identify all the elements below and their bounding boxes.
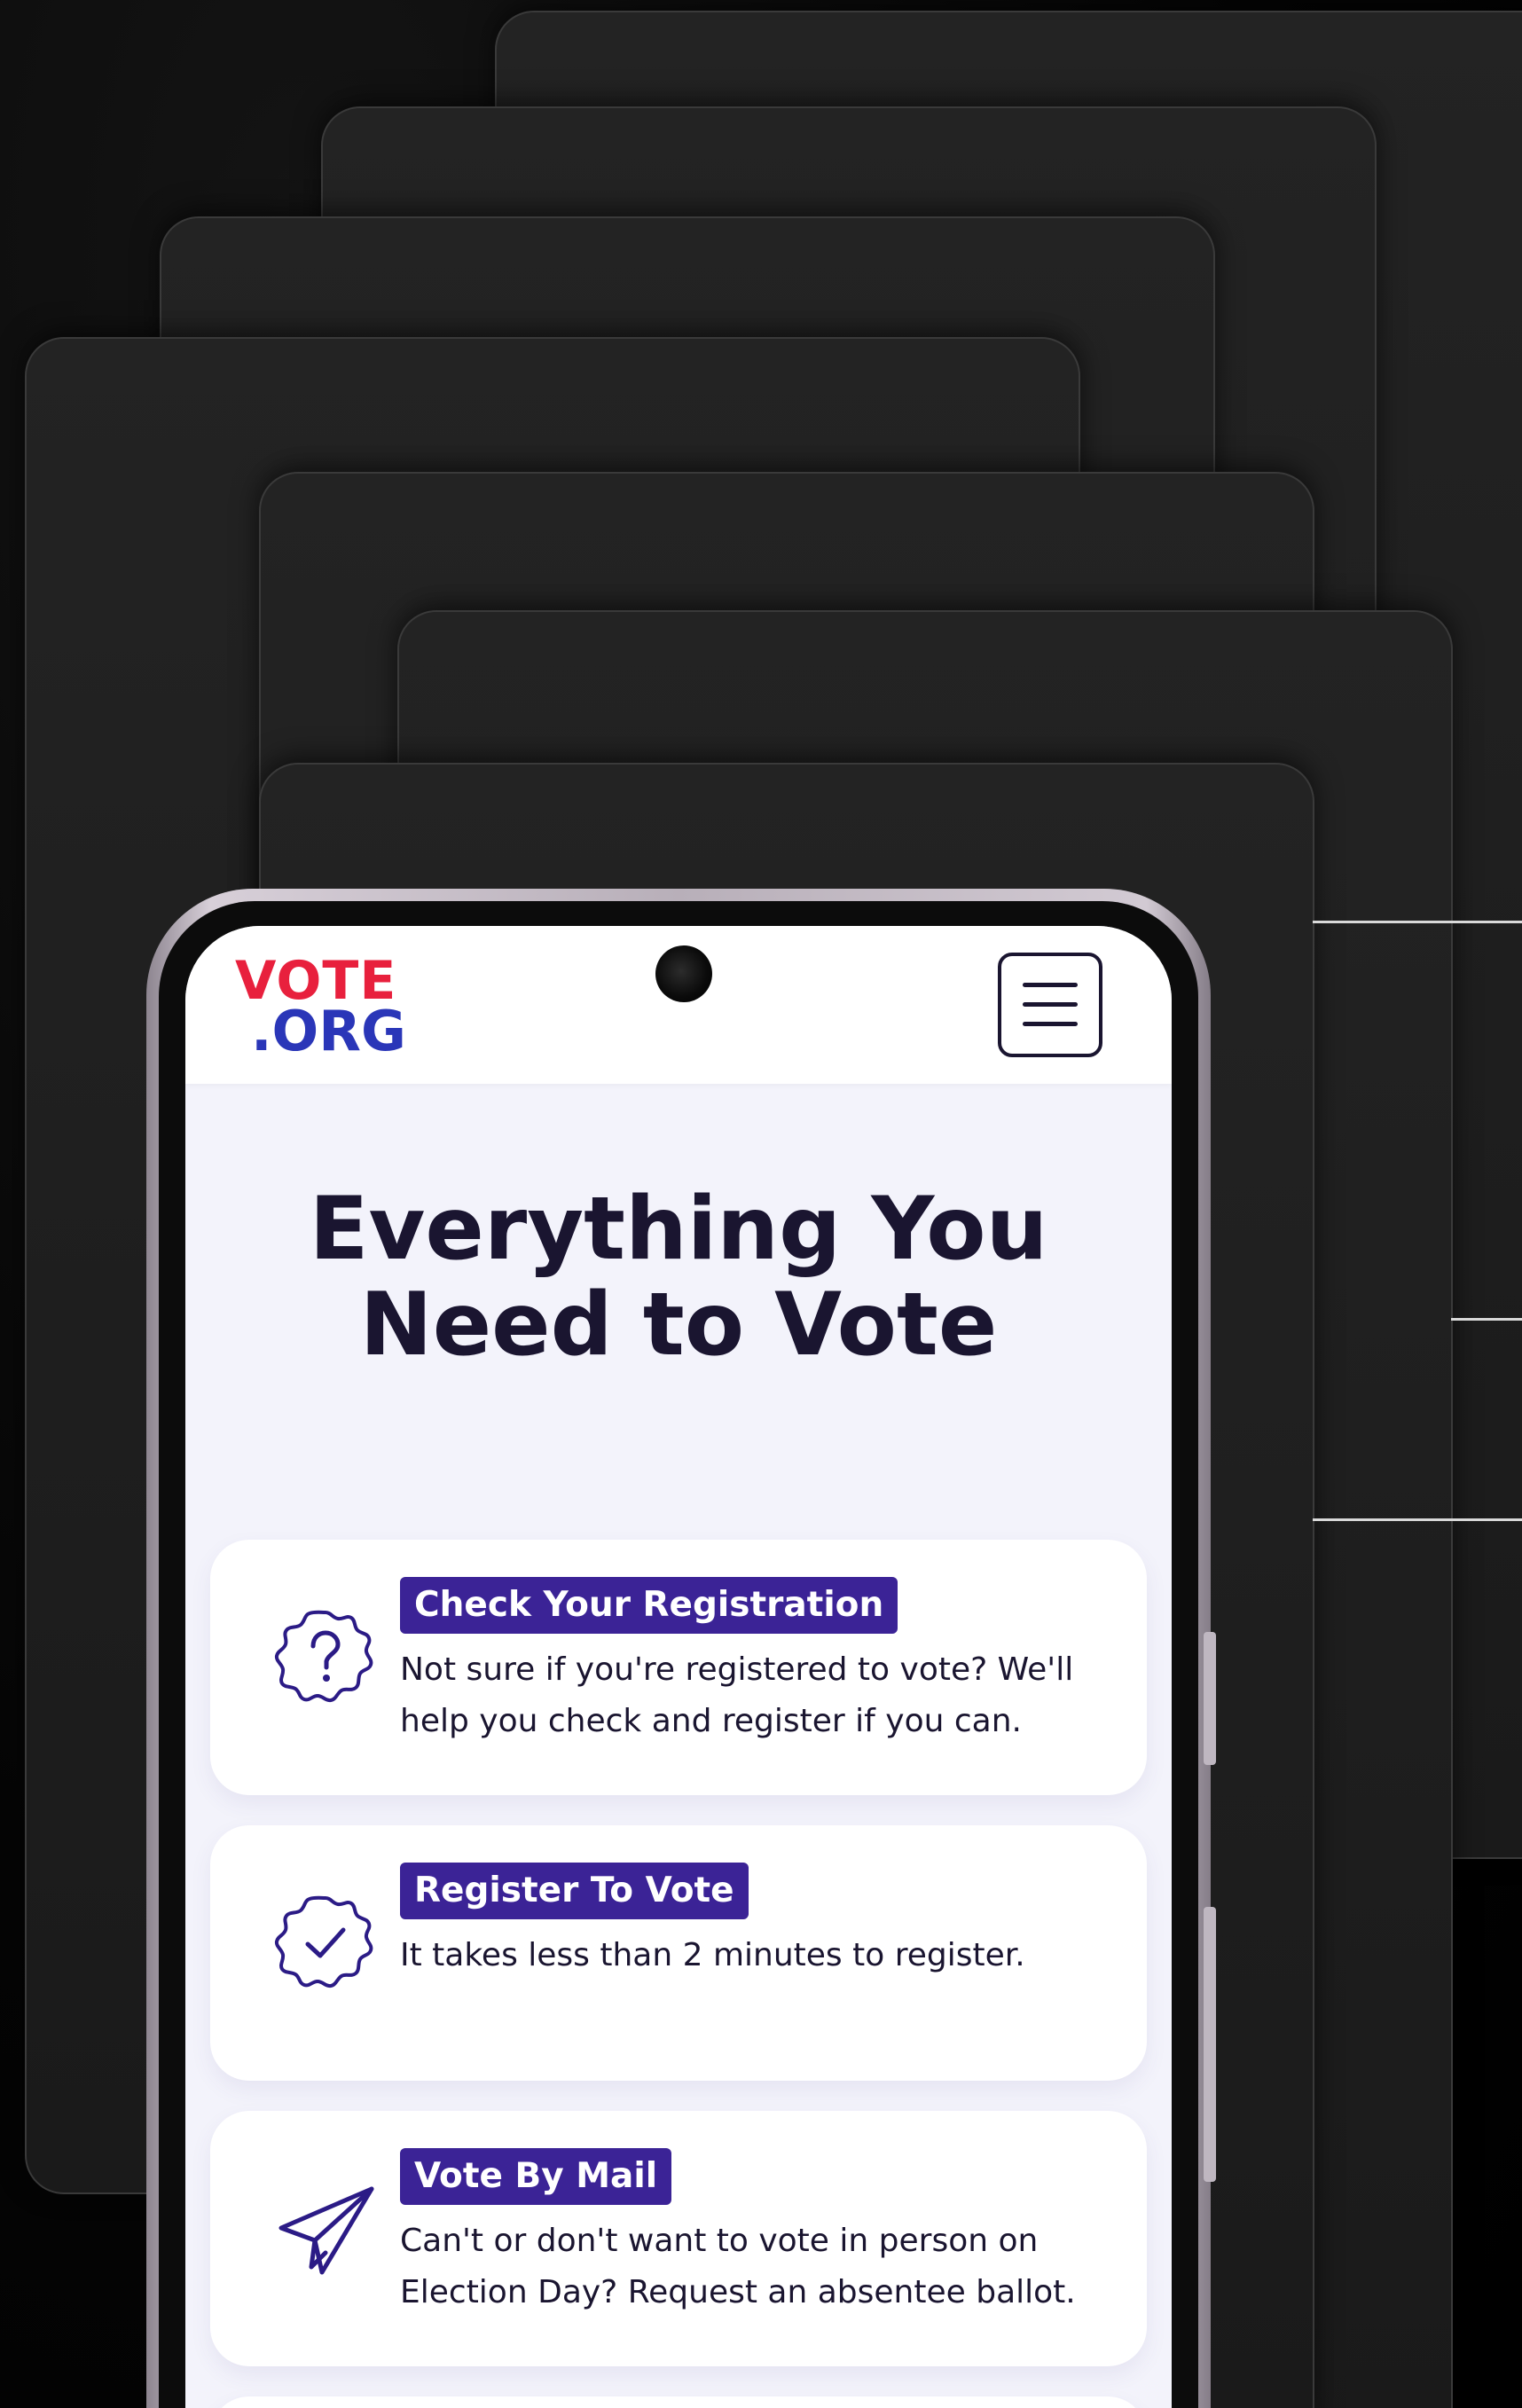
page-title-line: Need to Vote	[359, 1275, 998, 1376]
paper-plane-icon	[279, 2186, 374, 2275]
card-title-badge: Check Your Registration	[400, 1577, 898, 1634]
phone-side-button	[1204, 1632, 1216, 1765]
phone-frame: VOTE .ORG Everything You Need to Vote Ch…	[146, 889, 1216, 2408]
next-action-card[interactable]	[210, 2396, 1147, 2408]
card-description: It takes less than 2 minutes to register…	[400, 1930, 1111, 1981]
phone-screen: VOTE .ORG Everything You Need to Vote Ch…	[185, 926, 1172, 2408]
page-title: Everything You Need to Vote	[185, 1181, 1172, 1373]
logo-org-text: .ORG	[251, 999, 406, 1063]
check-registration-card[interactable]: Check Your Registration Not sure if you'…	[210, 1540, 1147, 1795]
promo-stage: VOTE .ORG Everything You Need to Vote Ch…	[0, 0, 1522, 2408]
divider-line	[1313, 1518, 1522, 1521]
question-badge-icon	[274, 1610, 373, 1703]
site-header: VOTE .ORG	[185, 926, 1172, 1084]
phone-bezel: VOTE .ORG Everything You Need to Vote Ch…	[159, 901, 1198, 2408]
register-to-vote-card[interactable]: Register To Vote It takes less than 2 mi…	[210, 1825, 1147, 2081]
divider-line	[1313, 921, 1522, 923]
card-description-line: Election Day? Request an absentee ballot…	[400, 2274, 1076, 2310]
menu-bar	[1023, 1002, 1078, 1007]
check-badge-icon	[274, 1895, 373, 1988]
site-logo[interactable]: VOTE .ORG	[235, 954, 406, 1059]
menu-bar	[1023, 1022, 1078, 1026]
front-camera	[655, 945, 712, 1002]
card-description-line: Not sure if you're registered to vote? W…	[400, 1651, 1074, 1688]
card-description-line: help you check and register if you can.	[400, 1703, 1022, 1739]
vote-by-mail-card[interactable]: Vote By Mail Can't or don't want to vote…	[210, 2111, 1147, 2366]
phone-side-button	[1204, 1907, 1216, 2182]
card-title-badge: Vote By Mail	[400, 2148, 672, 2205]
card-description-line: Can't or don't want to vote in person on	[400, 2223, 1039, 2259]
divider-line	[1451, 1318, 1522, 1321]
page-title-line: Everything You	[309, 1179, 1048, 1280]
card-description: Not sure if you're registered to vote? W…	[400, 1644, 1111, 1747]
card-description: Can't or don't want to vote in person on…	[400, 2216, 1111, 2318]
action-card-list: Check Your Registration Not sure if you'…	[210, 1540, 1147, 2408]
hamburger-menu-button[interactable]	[998, 953, 1102, 1057]
card-title-badge: Register To Vote	[400, 1863, 749, 1919]
card-description-line: It takes less than 2 minutes to register…	[400, 1937, 1025, 1973]
menu-bar	[1023, 983, 1078, 987]
